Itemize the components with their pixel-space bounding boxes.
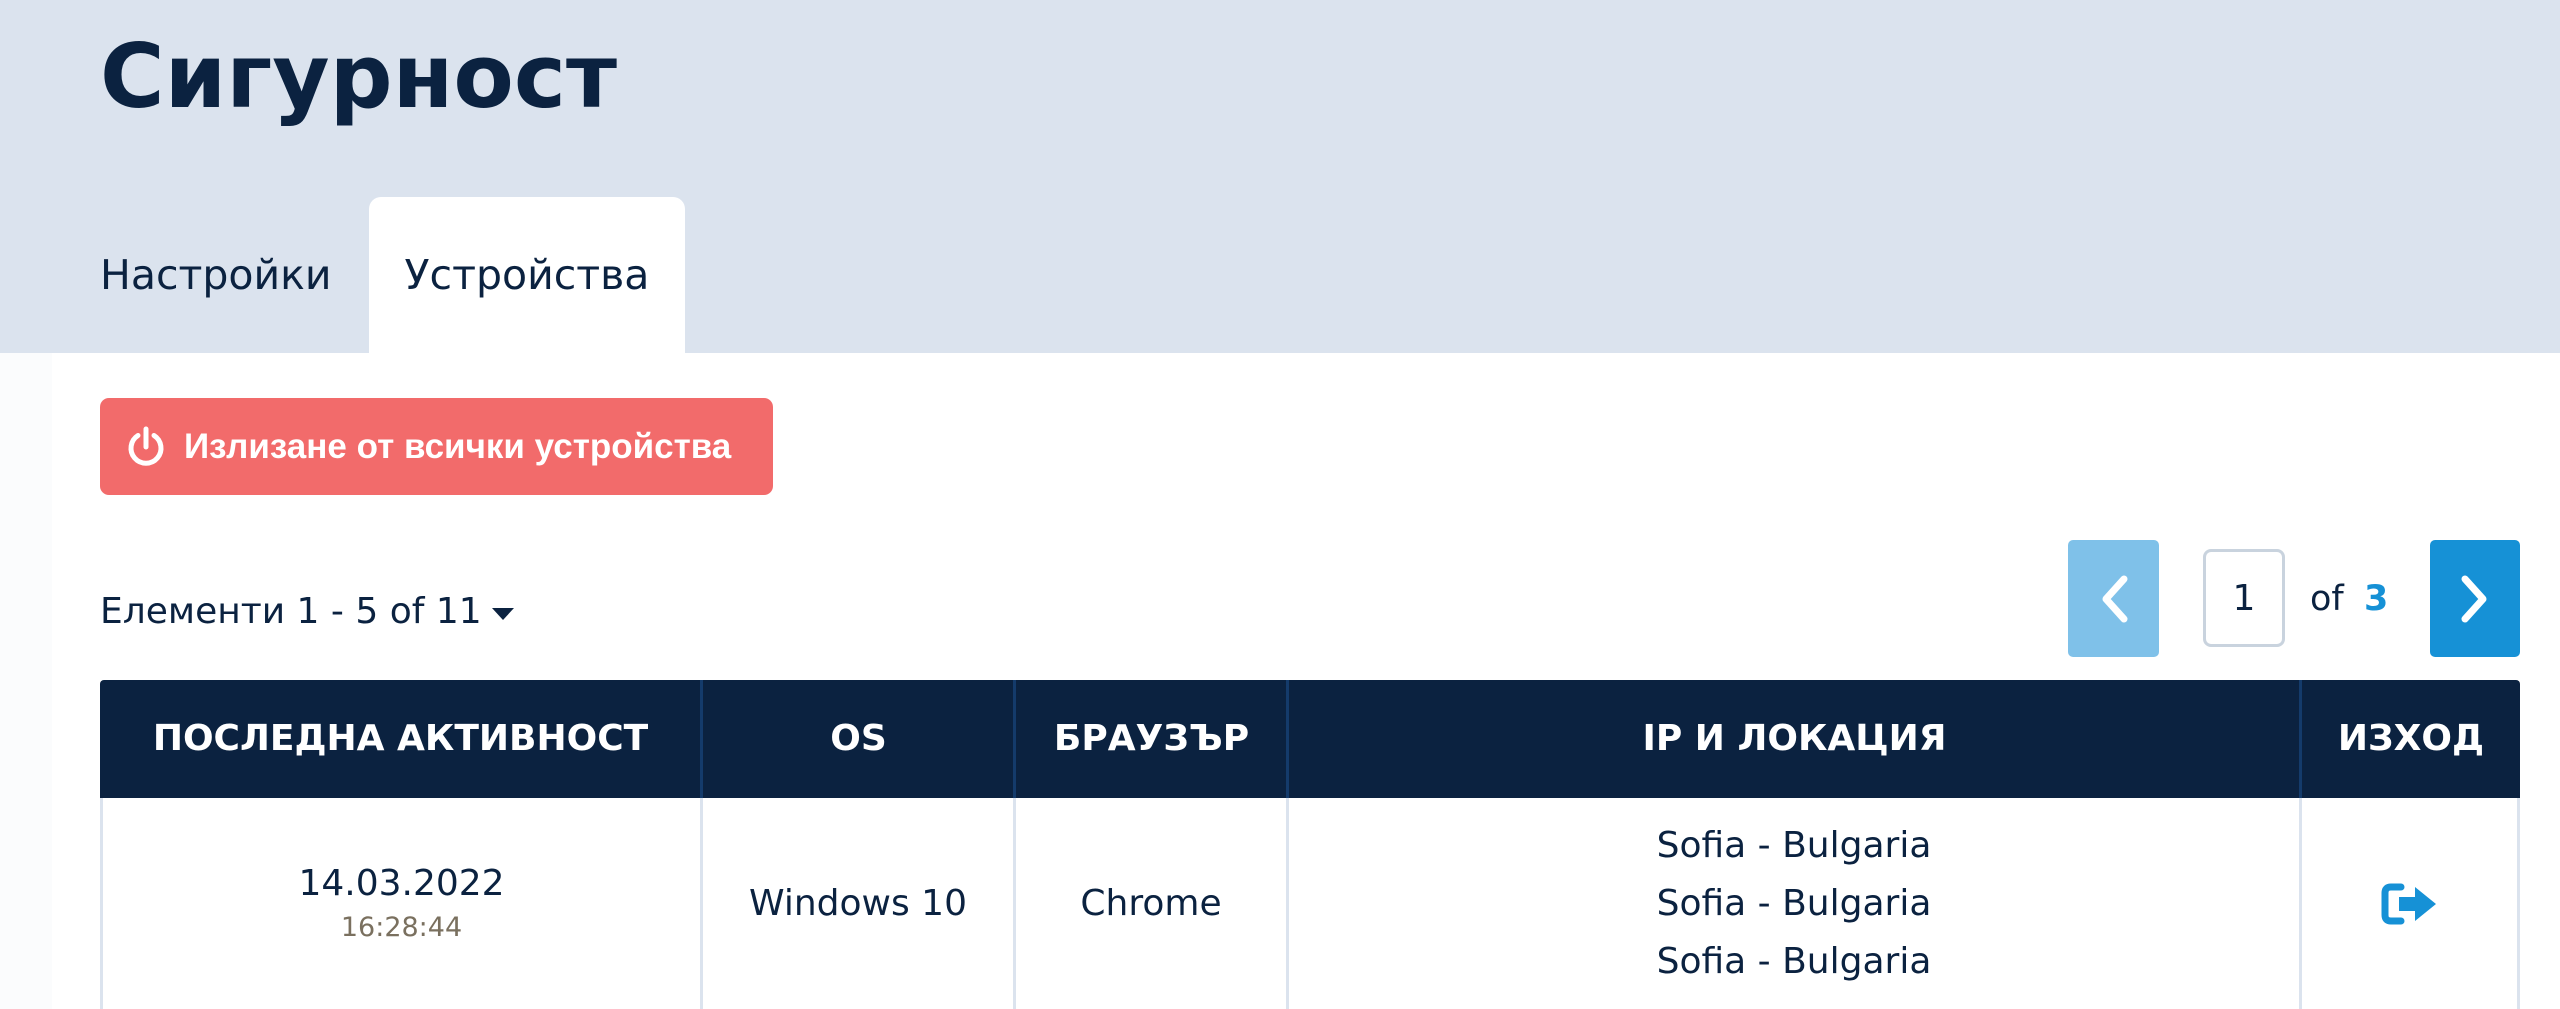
location-value: Sofia - Bulgaria — [1656, 882, 1932, 924]
column-header-logout: ИЗХОД — [2337, 718, 2485, 759]
pagination-prev-button[interactable] — [2068, 540, 2159, 657]
logout-all-devices-label: Излизане от всички устройства — [184, 426, 732, 466]
page-title: Сигурност — [100, 25, 617, 128]
cell-last-activity: 14.03.2022 16:28:44 — [103, 798, 700, 1009]
column-header-last-activity[interactable]: ПОСЛЕДНА АКТИВНОСТ — [100, 680, 701, 798]
security-page: Сигурност Настройки Устройства Излизане … — [0, 0, 2560, 1009]
table-header: ПОСЛЕДНА АКТИВНОСТ OS БРАУЗЪР IP И ЛОКАЦ… — [100, 680, 2520, 798]
logout-all-devices-button[interactable]: Излизане от всички устройства — [100, 398, 773, 495]
location-value: Sofia - Bulgaria — [1656, 824, 1932, 866]
power-icon — [124, 425, 168, 469]
pagination-next-button[interactable] — [2430, 540, 2520, 657]
items-per-page-dropdown[interactable]: Елементи 1 - 5 of 11 — [100, 582, 514, 642]
left-gutter — [0, 353, 52, 1009]
activity-time: 16:28:44 — [340, 911, 463, 943]
pagination-of-label: of — [2310, 579, 2344, 619]
tab-bar: Настройки Устройства — [0, 197, 2560, 353]
column-header-browser[interactable]: БРАУЗЪР — [1016, 680, 1287, 798]
location-value: Sofia - Bulgaria — [1656, 940, 1932, 982]
cell-browser: Chrome — [1016, 798, 1286, 1009]
chevron-right-icon — [2461, 575, 2487, 622]
devices-table: ПОСЛЕДНА АКТИВНОСТ OS БРАУЗЪР IP И ЛОКАЦ… — [100, 680, 2520, 1009]
cell-logout — [2302, 798, 2517, 1009]
caret-down-icon — [491, 608, 514, 620]
cell-os: Windows 10 — [703, 798, 1013, 1009]
items-range-label: Елементи 1 - 5 of 11 — [100, 591, 482, 632]
column-header-os[interactable]: OS — [703, 680, 1014, 798]
tab-devices[interactable]: Устройства — [369, 197, 685, 353]
os-value: Windows 10 — [749, 883, 967, 924]
activity-date: 14.03.2022 — [298, 862, 505, 904]
chevron-left-icon — [2102, 575, 2127, 622]
sign-out-icon — [2381, 883, 2436, 924]
logout-device-button[interactable] — [2380, 879, 2440, 929]
pagination-total-pages: 3 — [2364, 579, 2389, 619]
page-header: Сигурност Настройки Устройства — [0, 0, 2560, 353]
pagination-page-input[interactable] — [2203, 549, 2285, 647]
tab-settings[interactable]: Настройки — [100, 197, 332, 353]
cell-ip-location: Sofia - Bulgaria Sofia - Bulgaria Sofia … — [1289, 798, 2299, 1009]
browser-value: Chrome — [1080, 883, 1222, 924]
column-header-ip-location[interactable]: IP И ЛОКАЦИЯ — [1289, 680, 2300, 798]
table-row: 14.03.2022 16:28:44 Windows 10 Chrome So… — [100, 798, 2520, 1009]
